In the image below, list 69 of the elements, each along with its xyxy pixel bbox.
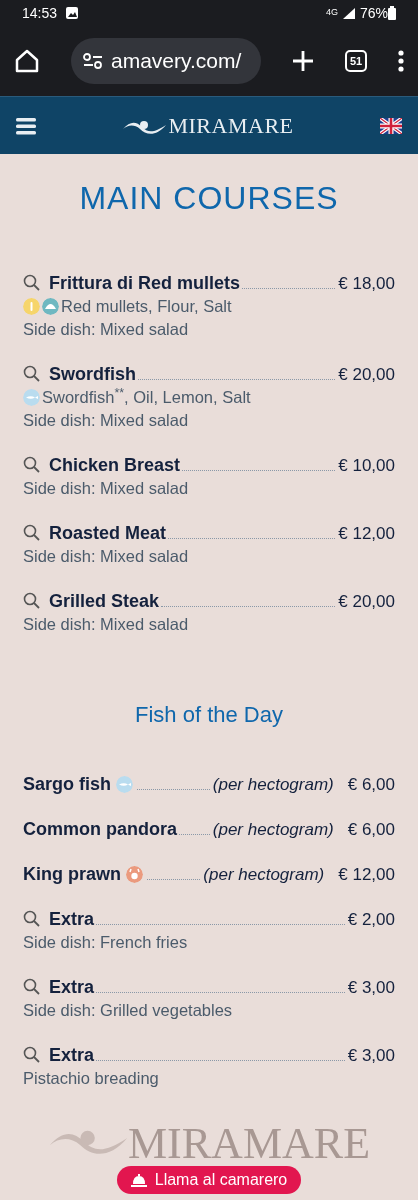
side-dish-text: Side dish: French fries xyxy=(23,932,189,953)
search-icon[interactable] xyxy=(23,274,40,291)
flag-icon[interactable] xyxy=(380,117,402,134)
dish-name: Chicken Breast xyxy=(49,454,181,477)
bell-icon xyxy=(130,1173,147,1187)
dish-name: Extra xyxy=(49,976,95,999)
gluten-icon xyxy=(23,298,40,315)
battery-icon xyxy=(388,6,396,20)
fish-icon xyxy=(116,776,133,793)
plus-icon[interactable] xyxy=(292,50,314,72)
side-dish-text: Side dish: Mixed salad xyxy=(23,478,190,499)
tab-count[interactable]: 51 xyxy=(345,50,367,72)
search-icon[interactable] xyxy=(23,524,40,541)
search-icon[interactable] xyxy=(23,456,40,473)
dish-name: Common pandora xyxy=(23,818,177,841)
dish-name: Grilled Steak xyxy=(49,590,160,613)
search-icon[interactable] xyxy=(23,1046,40,1063)
battery-percent: 76% xyxy=(359,3,388,23)
unit-label: (per hectogram) xyxy=(212,774,334,796)
call-waiter-button[interactable]: Llama al camarero xyxy=(116,1166,302,1194)
url-text: amavery.com/ xyxy=(111,48,242,75)
ingredients-text: Red mullets, Flour, Salt xyxy=(61,296,232,317)
footer-brand: MIRAMARE xyxy=(128,1122,370,1166)
page-title: MAIN COURSES xyxy=(78,179,340,218)
dish-name: Roasted Meat xyxy=(49,522,167,545)
network-label: 4G xyxy=(325,6,338,20)
dish-name: Swordfish xyxy=(49,363,136,386)
brand-name: MIRAMARE xyxy=(168,112,294,140)
dish-price: € 12,00 xyxy=(338,523,395,545)
address-bar[interactable]: amavery.com/ xyxy=(71,38,261,84)
unit-label: (per hectogram) xyxy=(212,819,334,841)
side-dish-text: Side dish: Mixed salad xyxy=(23,410,190,431)
side-dish-text: Side dish: Mixed salad xyxy=(23,614,190,635)
dish-price: € 2,00 xyxy=(347,909,395,931)
search-icon[interactable] xyxy=(23,365,40,382)
dish-price: € 6,00 xyxy=(347,819,395,841)
dish-price: € 20,00 xyxy=(338,591,395,613)
search-icon[interactable] xyxy=(23,592,40,609)
more-icon[interactable] xyxy=(398,50,404,72)
signal-icon xyxy=(341,7,356,19)
dish-price: € 10,00 xyxy=(338,455,395,477)
home-icon[interactable] xyxy=(14,48,40,74)
ingredients-text: Swordfish$^{**}$, Oil, Lemon, Salt xyxy=(42,386,251,408)
side-dish-text: Side dish: Grilled vegetables xyxy=(23,1000,234,1021)
search-icon[interactable] xyxy=(23,910,40,927)
dish-name: Frittura di Red mullets xyxy=(49,272,241,295)
image-icon xyxy=(65,6,80,20)
fish-icon xyxy=(23,389,40,406)
crab-icon xyxy=(126,866,143,883)
dish-price: € 6,00 xyxy=(347,774,395,796)
dish-price: € 12,00 xyxy=(338,864,395,886)
side-dish-text: Pistachio breading xyxy=(23,1068,160,1089)
shell-icon xyxy=(42,298,59,315)
side-dish-text: Side dish: Mixed salad xyxy=(23,319,190,340)
search-icon[interactable] xyxy=(23,978,40,995)
site-settings-icon xyxy=(83,53,103,69)
dish-name: King prawn xyxy=(23,863,121,886)
dish-name: Sargo fish xyxy=(23,773,111,796)
dish-price: € 20,00 xyxy=(338,364,395,386)
unit-label: (per hectogram) xyxy=(203,864,325,886)
section-title: Fish of the Day xyxy=(134,701,284,729)
dish-price: € 3,00 xyxy=(347,1045,395,1067)
menu-icon[interactable] xyxy=(16,116,36,135)
status-time: 14:53 xyxy=(22,3,58,23)
side-dish-text: Side dish: Mixed salad xyxy=(23,546,190,567)
dish-name: Extra xyxy=(49,1044,95,1067)
dish-price: € 18,00 xyxy=(338,273,395,295)
dish-name: Extra xyxy=(49,908,95,931)
dish-price: € 3,00 xyxy=(347,977,395,999)
